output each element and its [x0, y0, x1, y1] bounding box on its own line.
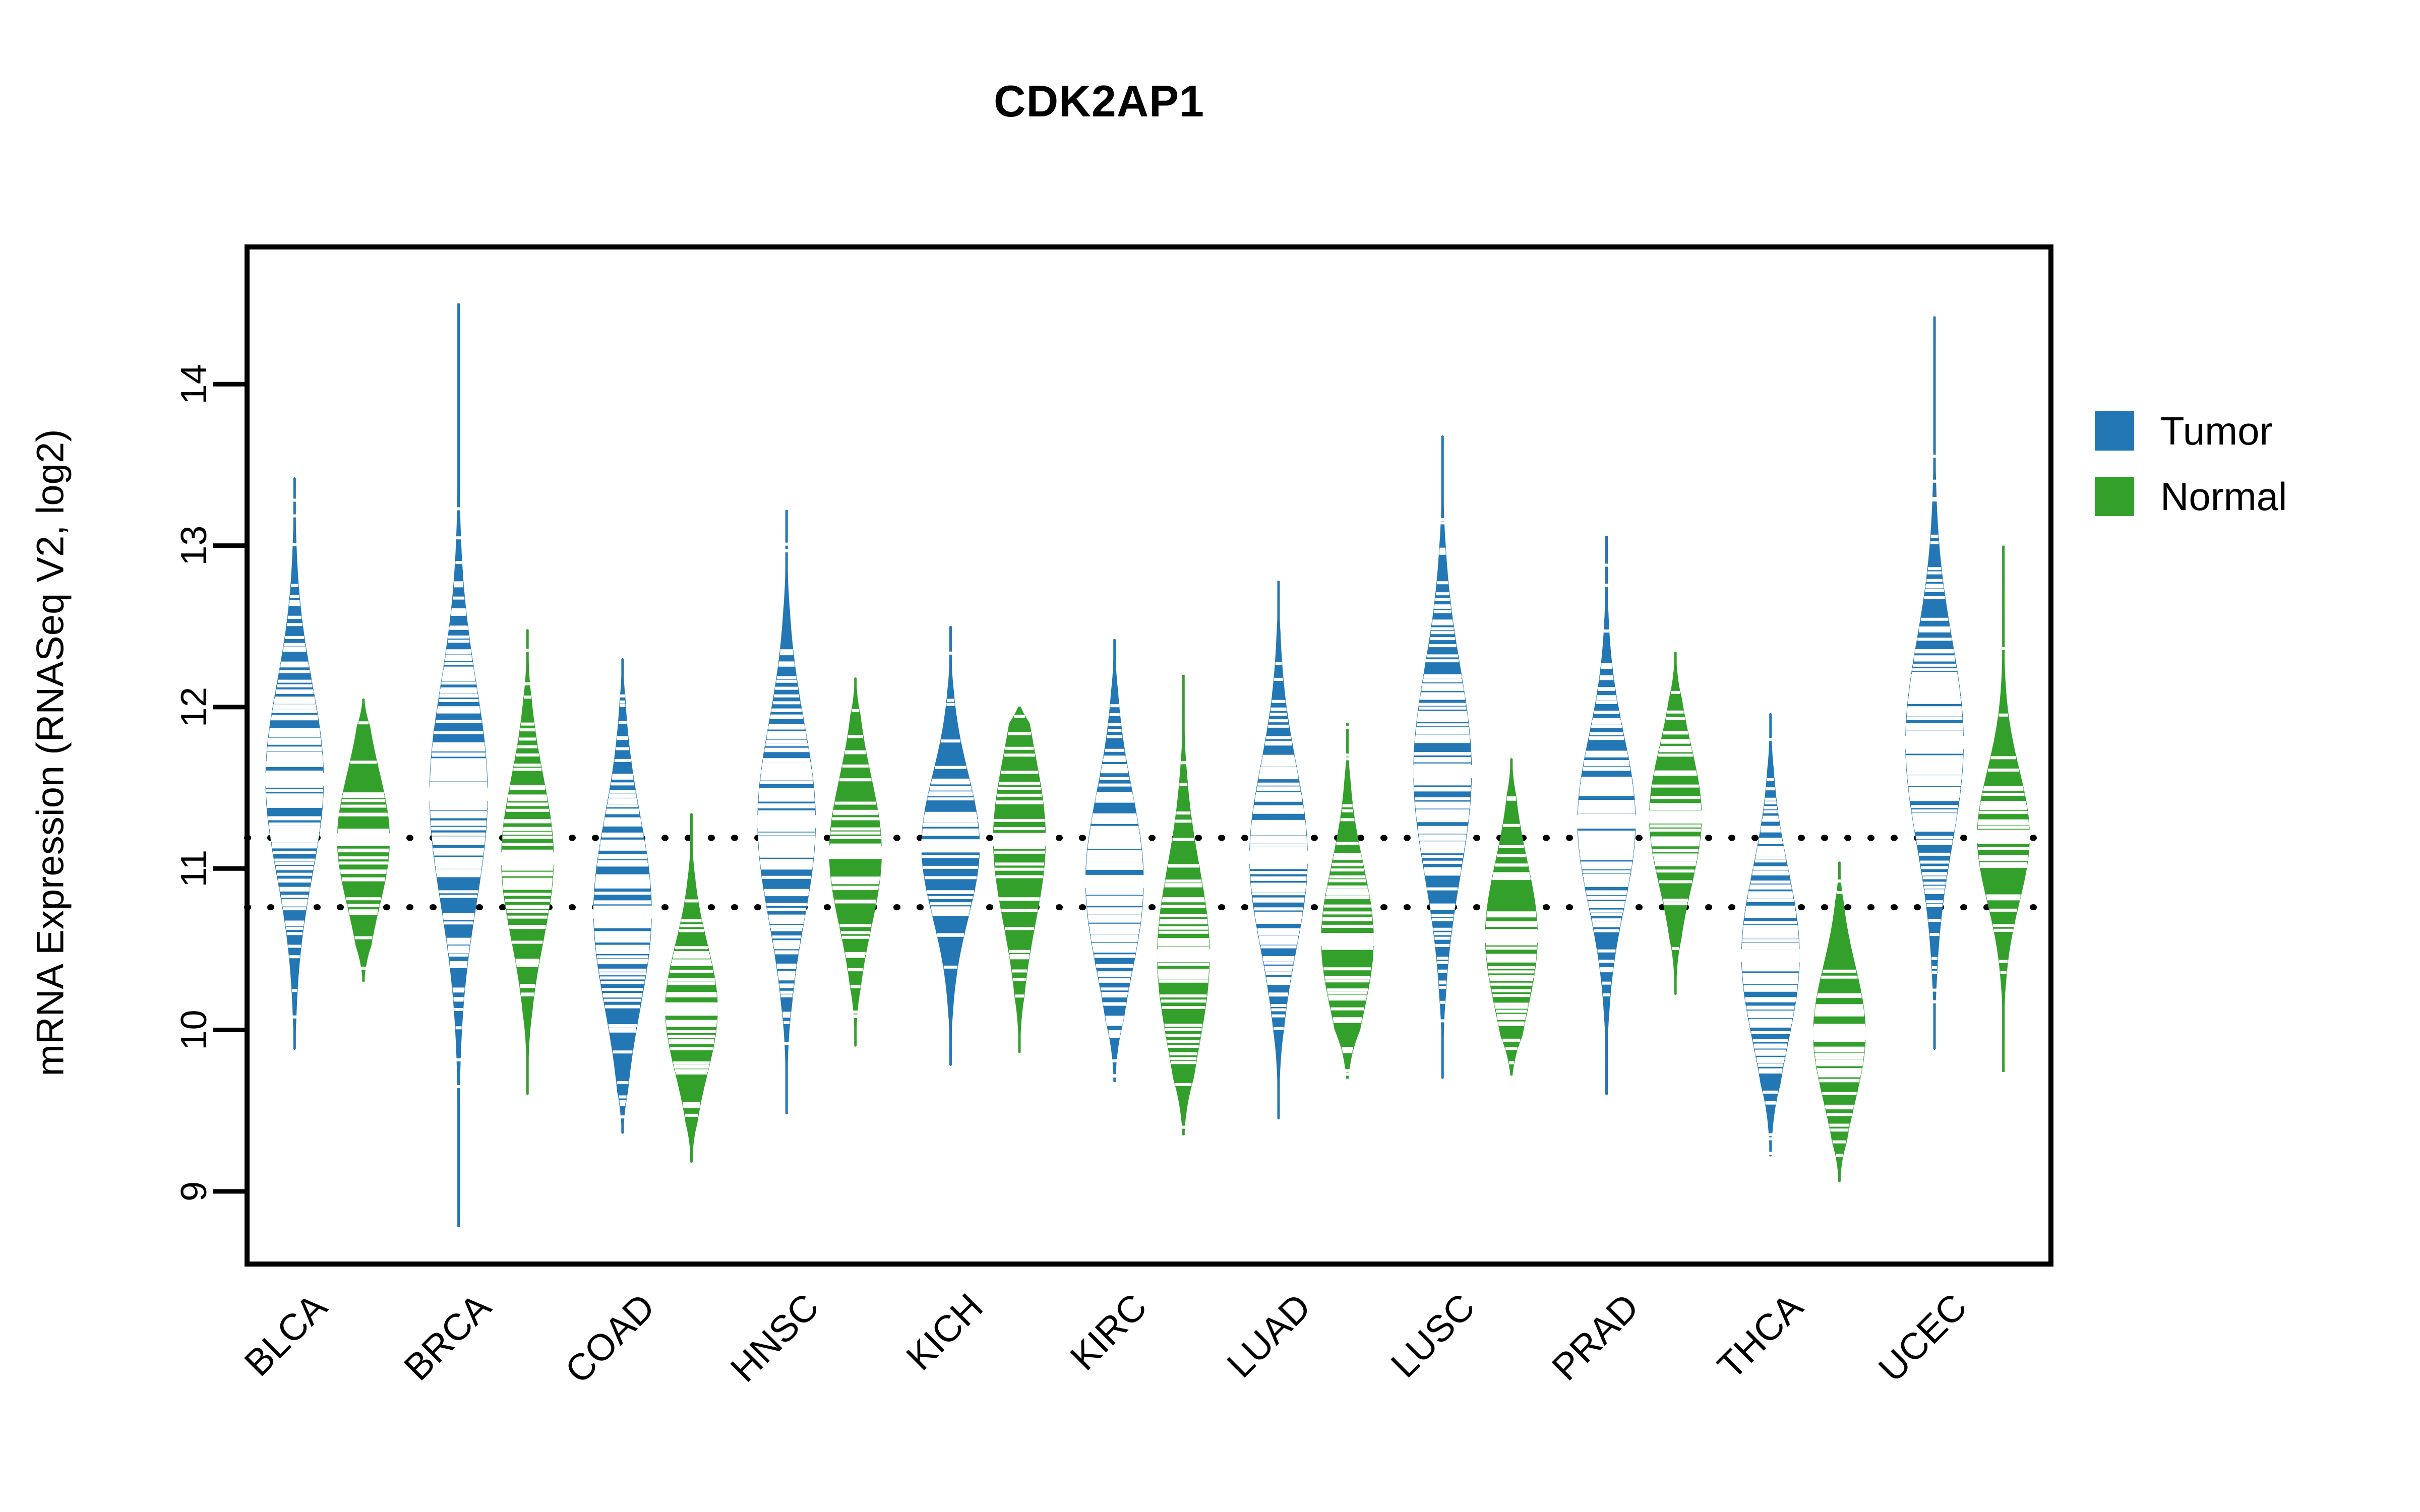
bean-COAD-tumor[interactable] — [593, 658, 652, 1134]
bean-UCEC-normal[interactable] — [1977, 545, 2030, 1072]
violin-body — [1813, 861, 1866, 1182]
bean-UCEC-tumor[interactable] — [1905, 316, 1964, 1050]
bean-PRAD-normal[interactable] — [1649, 652, 1702, 995]
bean-group-KIRC[interactable] — [1085, 639, 1210, 1136]
y-tick-label-14: 14 — [174, 364, 214, 404]
y-tick-label-11: 11 — [174, 850, 214, 888]
violin-body — [829, 677, 882, 1047]
bean-HNSC-normal[interactable] — [829, 677, 882, 1047]
bean-KIRC-tumor[interactable] — [1085, 639, 1144, 1082]
bean-group-THCA[interactable] — [1741, 713, 1866, 1182]
x-tick-label-KICH: KICH — [898, 1286, 991, 1378]
bean-LUAD-tumor[interactable] — [1249, 581, 1308, 1119]
bean-PRAD-tumor[interactable] — [1577, 536, 1636, 1095]
bean-group-BLCA[interactable] — [265, 477, 390, 1050]
violin-body — [993, 706, 1046, 1053]
x-tick-label-LUAD: LUAD — [1219, 1286, 1318, 1385]
bean-group-HNSC[interactable] — [757, 510, 882, 1115]
legend-item-tumor[interactable]: Tumor — [2095, 398, 2287, 464]
violin-body — [665, 813, 718, 1163]
beanplot-svg: 9 10 11 12 13 14 BLCA BRCA COAD HNSC KICH KIRC LUAD L… — [174, 244, 2054, 1392]
y-tick-label-13: 13 — [174, 526, 214, 566]
bean-BLCA-normal[interactable] — [337, 698, 390, 982]
y-tick-label-9: 9 — [174, 1181, 214, 1202]
bean-BLCA-tumor[interactable] — [265, 477, 324, 1050]
bean-BRCA-tumor[interactable] — [429, 303, 488, 1227]
x-tick-label-THCA: THCA — [1709, 1285, 1811, 1387]
legend-swatch-normal — [2095, 477, 2134, 516]
bean-LUSC-normal[interactable] — [1485, 758, 1538, 1076]
violin-body — [593, 658, 652, 1134]
legend: Tumor Normal — [2095, 398, 2287, 529]
chart-canvas: CDK2AP1 mRNA Expression (RNASeq V2, log2… — [0, 0, 2420, 1512]
bean-THCA-normal[interactable] — [1813, 861, 1866, 1182]
bean-KICH-tumor[interactable] — [921, 625, 980, 1066]
bean-COAD-normal[interactable] — [665, 813, 718, 1163]
bean-group-COAD[interactable] — [593, 658, 718, 1163]
x-tick-label-UCEC: UCEC — [1870, 1286, 1975, 1390]
bean-KICH-normal[interactable] — [993, 706, 1046, 1053]
legend-label-normal: Normal — [2160, 474, 2287, 519]
bean-group-KICH[interactable] — [921, 625, 1046, 1066]
bean-KIRC-normal[interactable] — [1157, 674, 1210, 1136]
x-tick-label-PRAD: PRAD — [1544, 1286, 1647, 1389]
x-tick-label-LUSC: LUSC — [1383, 1286, 1483, 1385]
legend-item-normal[interactable]: Normal — [2095, 464, 2287, 529]
bean-THCA-tumor[interactable] — [1741, 713, 1800, 1157]
bean-group-PRAD[interactable] — [1577, 536, 1702, 1095]
bean-group-BRCA[interactable] — [429, 303, 554, 1227]
bean-LUAD-normal[interactable] — [1321, 722, 1374, 1079]
bean-group-UCEC[interactable] — [1905, 316, 2030, 1072]
bean-group-LUSC[interactable] — [1413, 435, 1538, 1079]
bean-HNSC-tumor[interactable] — [757, 510, 816, 1115]
bean-BRCA-normal[interactable] — [501, 629, 554, 1095]
y-tick-label-10: 10 — [174, 1010, 214, 1050]
bean-group-LUAD[interactable] — [1249, 581, 1374, 1119]
x-tick-label-HNSC: HNSC — [722, 1286, 827, 1390]
bean-LUSC-tumor[interactable] — [1413, 435, 1472, 1079]
y-tick-label-12: 12 — [174, 687, 214, 727]
x-tick-label-BRCA: BRCA — [396, 1285, 499, 1389]
legend-label-tumor: Tumor — [2160, 409, 2273, 453]
x-tick-label-COAD: COAD — [557, 1286, 663, 1392]
x-tick-label-BLCA: BLCA — [236, 1285, 335, 1384]
x-tick-label-KIRC: KIRC — [1062, 1286, 1155, 1378]
legend-swatch-tumor — [2095, 411, 2134, 451]
violin-body — [1321, 722, 1374, 1079]
